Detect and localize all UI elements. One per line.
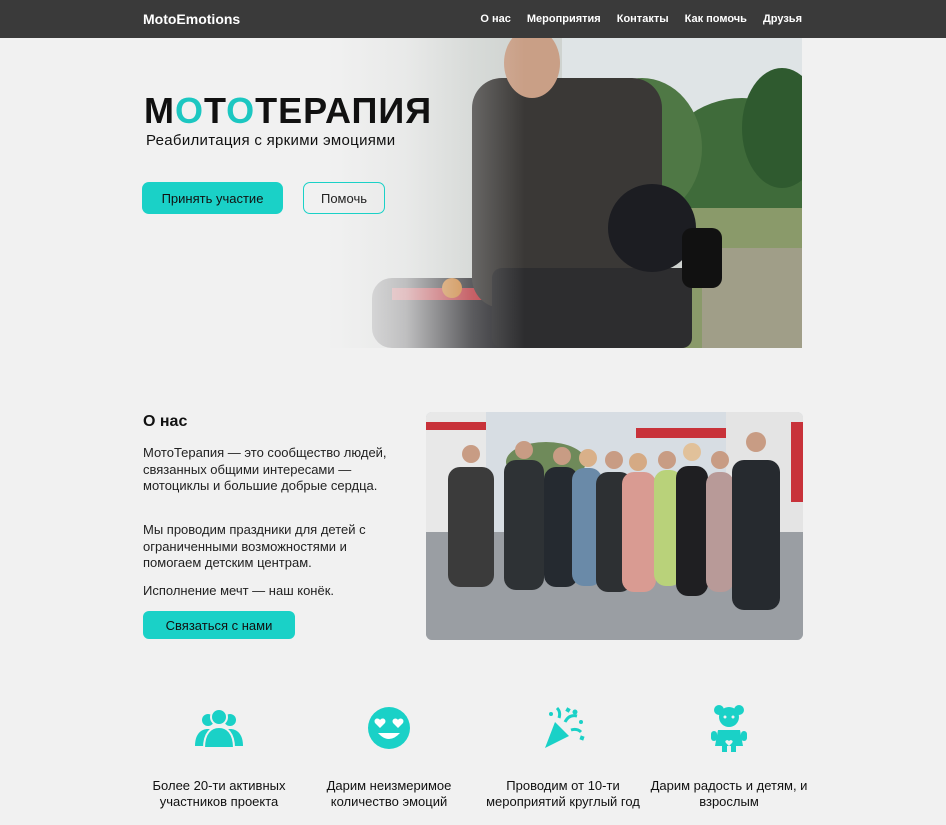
- nav-link-events[interactable]: Мероприятия: [527, 13, 601, 25]
- contact-us-button[interactable]: Связаться с нами: [143, 611, 295, 639]
- nav-link-help[interactable]: Как помочь: [685, 13, 747, 25]
- hero-subtitle: Реабилитация с яркими эмоциями: [146, 132, 396, 149]
- feature-events-text: Проводим от 10-ти мероприятий круглый го…: [486, 778, 640, 809]
- feature-joy-text: Дарим радость и детям, и взрослым: [650, 778, 808, 809]
- nav-link-contacts[interactable]: Контакты: [617, 13, 669, 25]
- feature-joy: Дарим радость и детям, и взрослым: [644, 700, 814, 810]
- nav-link-about[interactable]: О нас: [480, 13, 511, 25]
- nav-link-friends[interactable]: Друзья: [763, 13, 802, 25]
- participate-button[interactable]: Принять участие: [142, 182, 283, 214]
- group-photo: [426, 412, 803, 640]
- feature-events: Проводим от 10-ти мероприятий круглый го…: [478, 700, 648, 810]
- help-button[interactable]: Помочь: [303, 182, 385, 214]
- feature-emotions: Дарим неизмеримое количество эмоций: [304, 700, 474, 810]
- feature-participants-text: Более 20-ти активных участников проекта: [152, 778, 286, 809]
- about-paragraph-1: МотоТерапия — это сообщество людей, связ…: [143, 445, 387, 493]
- group-photo-image: [426, 412, 803, 640]
- feature-emotions-text: Дарим неизмеримое количество эмоций: [326, 778, 452, 809]
- navbar: MotoEmotions О нас Мероприятия Контакты …: [0, 0, 946, 38]
- hero-banner: МОТОТЕРАПИЯ Реабилитация с яркими эмоция…: [142, 38, 802, 348]
- party-popper-icon: [545, 706, 585, 748]
- about-paragraph-3: Исполнение мечт — наш конёк.: [143, 583, 335, 598]
- about-paragraph-2: Мы проводим праздники для детей с ограни…: [143, 522, 366, 570]
- about-title: О нас: [143, 413, 188, 430]
- nav-menu: О нас Мероприятия Контакты Как помочь Др…: [480, 0, 802, 38]
- heart-eyes-emoji-icon: [368, 707, 410, 749]
- doll-icon: [711, 705, 747, 752]
- people-icon: [195, 708, 243, 749]
- hero-title: МОТОТЕРАПИЯ: [144, 90, 433, 131]
- brand-logo[interactable]: MotoEmotions: [143, 0, 240, 38]
- feature-participants: Более 20-ти активных участников проекта: [134, 700, 304, 810]
